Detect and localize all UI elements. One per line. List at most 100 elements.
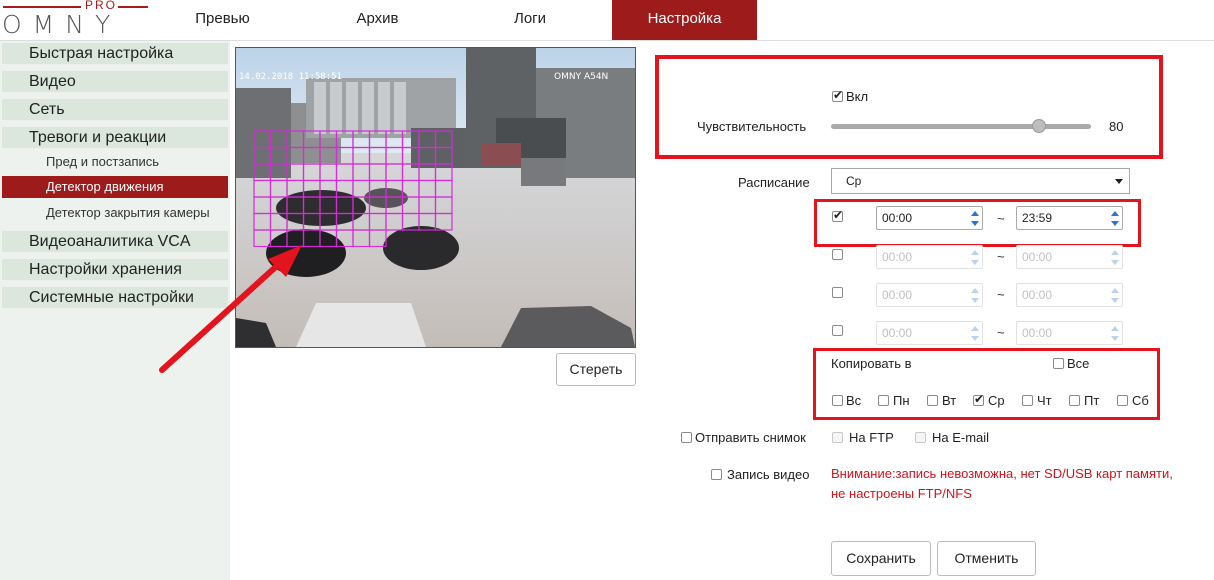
schedule-row-checkbox[interactable] (832, 249, 843, 260)
motion-grid-cell[interactable] (269, 179, 288, 198)
motion-grid-cell[interactable] (253, 212, 272, 231)
motion-grid-cell[interactable] (385, 130, 404, 149)
motion-grid-cell[interactable] (385, 146, 404, 165)
motion-grid-cell[interactable] (368, 179, 387, 198)
sidebar-item-motion-detector[interactable]: Детектор движения (2, 176, 228, 198)
sidebar-item-tamper-detector[interactable]: Детектор закрытия камеры (2, 202, 228, 224)
sensitivity-slider-thumb[interactable] (1032, 119, 1046, 133)
motion-grid-cell[interactable] (302, 179, 321, 198)
motion-grid-cell[interactable] (385, 212, 404, 231)
motion-grid-cell[interactable] (434, 130, 453, 149)
motion-grid-cell[interactable] (418, 163, 437, 182)
motion-grid-cell[interactable] (319, 130, 338, 149)
motion-grid-cell[interactable] (253, 130, 272, 149)
motion-grid-cell[interactable] (434, 163, 453, 182)
spinner-icon[interactable] (971, 324, 979, 342)
motion-grid-cell[interactable] (401, 212, 420, 231)
motion-grid-cell[interactable] (401, 179, 420, 198)
copy-all-checkbox[interactable] (1053, 358, 1064, 369)
motion-grid-cell[interactable] (368, 146, 387, 165)
motion-grid-cell[interactable] (401, 146, 420, 165)
sidebar-item-network[interactable]: Сеть (2, 99, 228, 120)
clear-button[interactable]: Стереть (556, 353, 636, 386)
motion-grid-cell[interactable] (319, 179, 338, 198)
motion-grid-cell[interactable] (302, 196, 321, 215)
motion-grid-cell[interactable] (352, 212, 371, 231)
spinner-icon[interactable] (971, 286, 979, 304)
cancel-button[interactable]: Отменить (937, 541, 1036, 576)
motion-grid-cell[interactable] (385, 179, 404, 198)
motion-grid-cell[interactable] (352, 163, 371, 182)
spinner-icon[interactable] (1111, 286, 1119, 304)
motion-grid-cell[interactable] (286, 130, 305, 149)
schedule-day-select[interactable]: Ср (831, 168, 1130, 194)
copy-day-checkbox-sun[interactable] (832, 395, 843, 406)
motion-grid-cell[interactable] (335, 196, 354, 215)
record-video-checkbox[interactable] (711, 469, 722, 480)
motion-enable-checkbox[interactable] (832, 88, 843, 102)
motion-grid-cell[interactable] (418, 196, 437, 215)
motion-grid-cell[interactable] (401, 130, 420, 149)
schedule-row-checkbox[interactable] (832, 208, 843, 222)
motion-grid-cell[interactable] (385, 163, 404, 182)
motion-grid-cell[interactable] (352, 179, 371, 198)
motion-grid-cell[interactable] (352, 196, 371, 215)
motion-grid-cell[interactable] (269, 130, 288, 149)
motion-grid-cell[interactable] (269, 212, 288, 231)
schedule-from-input[interactable]: 00:00 (876, 283, 983, 307)
spinner-icon[interactable] (971, 209, 979, 227)
spinner-icon[interactable] (971, 248, 979, 266)
motion-grid-cell[interactable] (319, 229, 338, 248)
motion-grid-cell[interactable] (335, 130, 354, 149)
copy-day-checkbox-mon[interactable] (878, 395, 889, 406)
schedule-to-input[interactable]: 00:00 (1016, 321, 1123, 345)
sidebar-item-alarms[interactable]: Тревоги и реакции (2, 127, 228, 148)
motion-grid-cell[interactable] (368, 229, 387, 248)
motion-grid-cell[interactable] (368, 212, 387, 231)
motion-grid-cell[interactable] (335, 163, 354, 182)
schedule-row-checkbox[interactable] (832, 325, 843, 336)
motion-grid-cell[interactable] (319, 163, 338, 182)
motion-grid-cell[interactable] (302, 130, 321, 149)
motion-grid-cell[interactable] (352, 130, 371, 149)
copy-day-checkbox-tue[interactable] (927, 395, 938, 406)
schedule-to-input[interactable]: 00:00 (1016, 245, 1123, 269)
motion-grid-cell[interactable] (269, 196, 288, 215)
motion-grid-cell[interactable] (335, 179, 354, 198)
motion-grid-cell[interactable] (319, 196, 338, 215)
motion-grid-cell[interactable] (286, 179, 305, 198)
motion-grid-cell[interactable] (418, 212, 437, 231)
schedule-from-input[interactable]: 00:00 (876, 245, 983, 269)
send-snapshot-checkbox[interactable] (681, 432, 692, 443)
nav-preview[interactable]: Превью (170, 0, 275, 40)
schedule-row-checkbox[interactable] (832, 287, 843, 298)
copy-day-checkbox-wed[interactable] (973, 392, 984, 406)
spinner-icon[interactable] (1111, 324, 1119, 342)
motion-grid-cell[interactable] (368, 163, 387, 182)
motion-grid-cell[interactable] (253, 196, 272, 215)
motion-grid-cell[interactable] (269, 146, 288, 165)
motion-grid-cell[interactable] (368, 196, 387, 215)
motion-grid-cell[interactable] (286, 163, 305, 182)
schedule-from-input[interactable]: 00:00 (876, 206, 983, 230)
spinner-icon[interactable] (1111, 248, 1119, 266)
sensitivity-slider[interactable] (831, 119, 1091, 133)
nav-logs[interactable]: Логи (480, 0, 580, 40)
snapshot-email-checkbox[interactable] (915, 432, 926, 443)
nav-settings[interactable]: Настройка (612, 0, 757, 40)
motion-grid-cell[interactable] (335, 212, 354, 231)
sidebar-item-pre-post-record[interactable]: Пред и постзапись (2, 151, 228, 173)
motion-grid-cell[interactable] (302, 212, 321, 231)
motion-grid-cell[interactable] (352, 229, 371, 248)
sidebar-item-quick-setup[interactable]: Быстрая настройка (2, 43, 228, 64)
save-button[interactable]: Сохранить (831, 541, 931, 576)
motion-grid-cell[interactable] (269, 163, 288, 182)
motion-grid-cell[interactable] (319, 146, 338, 165)
motion-grid-cell[interactable] (302, 163, 321, 182)
motion-grid-cell[interactable] (286, 212, 305, 231)
motion-grid-cell[interactable] (302, 146, 321, 165)
motion-grid-cell[interactable] (418, 179, 437, 198)
motion-grid-cell[interactable] (253, 179, 272, 198)
sidebar-item-video[interactable]: Видео (2, 71, 228, 92)
motion-grid-cell[interactable] (319, 212, 338, 231)
